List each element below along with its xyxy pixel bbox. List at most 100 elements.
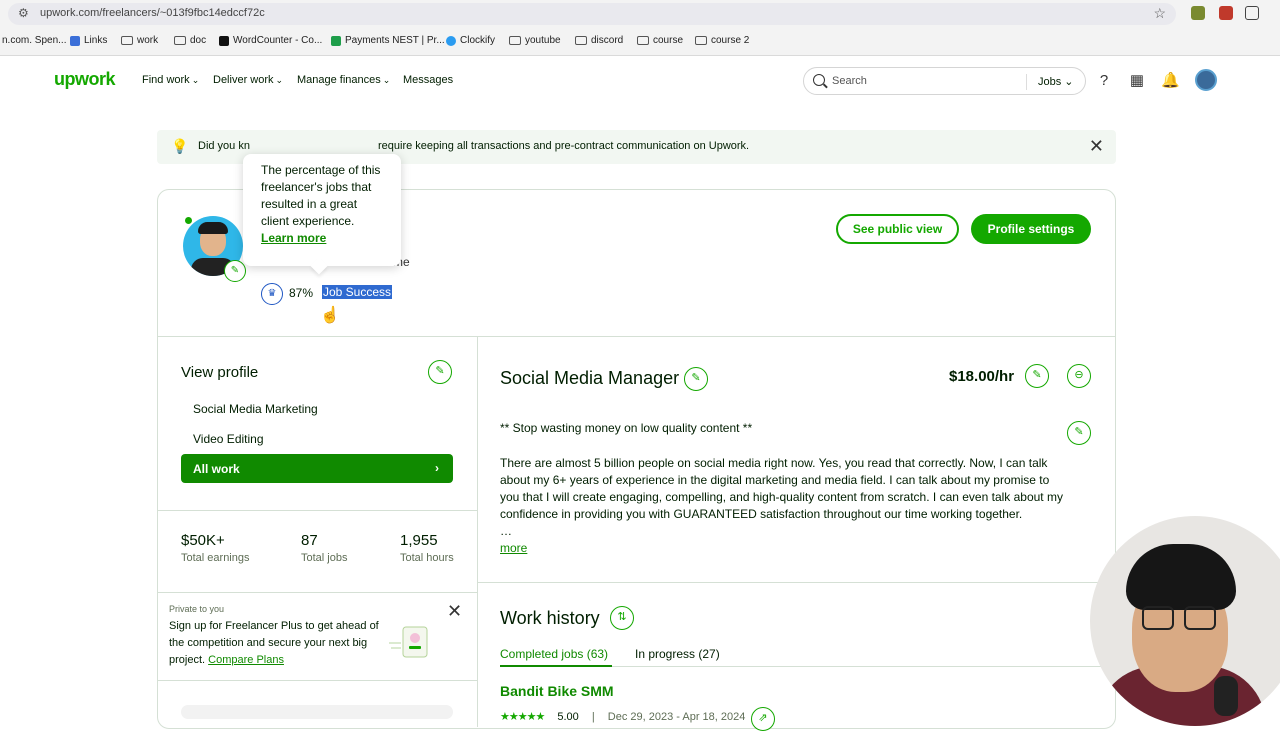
hand-cursor-icon: ☝ [320,307,340,324]
hourly-rate: $18.00/hr [949,368,1015,385]
divider [157,510,477,511]
job-success-label[interactable]: Job Success [322,285,393,299]
active-tab-underline [500,665,612,667]
close-icon[interactable]: ✕ [447,601,462,622]
top-nav: upwork Find work ⌄ Deliver work ⌄ Manage f… [0,57,1280,105]
help-icon[interactable]: ? [1095,72,1113,90]
avatar[interactable] [1195,69,1217,91]
clockify-icon [446,35,456,46]
extension-icon[interactable] [1219,6,1233,20]
chevron-down-icon: ⌄ [382,75,391,85]
compare-plans-link[interactable]: Compare Plans [208,654,284,666]
search-bar[interactable]: Search Jobs ⌄ [803,67,1086,95]
divider [157,336,1116,337]
link-icon[interactable]: ⊖ [1067,364,1091,388]
divider [477,337,478,727]
more-link[interactable]: more [500,541,527,555]
work-history-title: Work history [500,608,600,628]
close-icon[interactable]: ✕ [1089,136,1104,157]
bookmark[interactable]: discord [575,35,623,46]
job-success-badge-icon: ♛ [261,283,283,305]
extension-icon[interactable] [1191,6,1205,20]
chevron-down-icon: ⌄ [275,75,284,85]
view-profile-title: View profile [181,364,259,381]
bookmark[interactable]: WordCounter - Co... [219,35,322,46]
stat-total-jobs: 87 Total jobs [301,532,348,564]
sidebar-section-placeholder [181,705,453,719]
divider [157,680,477,681]
job-dates: Dec 29, 2023 - Apr 18, 2024 [607,711,746,723]
nav-deliver-work[interactable]: Deliver work ⌄ [213,74,283,86]
notifications-bell-icon[interactable]: 🔔 [1161,72,1180,90]
edit-pencil-icon[interactable]: ✎ [684,367,708,391]
webcam-overlay [1090,516,1280,726]
bookmark[interactable]: course 2 [695,35,749,46]
site-info-icon[interactable]: ⚙ [18,6,32,20]
notice-text: Did you kn require keeping all transactio… [198,140,750,152]
edit-pencil-icon[interactable]: ✎ [224,260,246,282]
bookmark[interactable]: Links [70,35,107,46]
specialty-item[interactable]: Social Media Marketing [193,402,318,416]
search-input[interactable]: Search [832,75,867,87]
folder-icon [121,36,133,45]
upwork-logo[interactable]: upwork [54,69,116,90]
bookmark-star-icon[interactable]: ☆ [1153,5,1166,22]
job-success-tooltip: The percentage of this freelancer's jobs… [243,154,401,266]
address-bar[interactable]: ⚙ upwork.com/freelancers/~013f9fbc14edcc… [8,3,1176,25]
chevron-right-icon: › [435,461,439,475]
bookmark[interactable]: Clockify [446,35,495,46]
apps-grid-icon[interactable]: ▦ [1128,72,1146,90]
folder-icon [174,36,186,45]
job-title-link[interactable]: Bandit Bike SMM [500,683,614,699]
rating-stars-icon: ★★★★★ [500,711,545,723]
bookmark[interactable]: youtube [509,35,561,46]
chevron-down-icon: ⌄ [191,75,200,85]
share-icon[interactable]: ⇗ [751,707,775,731]
overview-text: There are almost 5 billion people on soc… [500,456,1063,538]
divider [477,582,1116,583]
profile-title: Social Media Manager [500,368,680,388]
bookmark[interactable]: n.com. Spen... [2,35,66,46]
edit-pencil-icon[interactable]: ✎ [1067,421,1091,445]
search-scope-dropdown[interactable]: Jobs ⌄ [1038,75,1074,88]
profile-settings-button[interactable]: Profile settings [971,214,1091,244]
nav-manage-finances[interactable]: Manage finances ⌄ [297,74,390,86]
tab-in-progress[interactable]: In progress (27) [635,647,720,661]
all-work-label: All work [193,462,240,476]
url-text[interactable]: upwork.com/freelancers/~013f9fbc14edccf7… [40,7,265,19]
specialty-item[interactable]: Video Editing [193,432,264,446]
folder-icon [695,36,707,45]
bookmark[interactable]: course [637,35,683,46]
folder-icon [509,36,521,45]
edit-pencil-icon[interactable]: ✎ [428,360,452,384]
stat-total-hours: 1,955 Total hours [400,532,454,564]
folder-icon [575,36,587,45]
bookmark[interactable]: doc [174,35,206,46]
lightbulb-icon: 💡 [171,138,189,154]
all-work-button[interactable]: All work › [181,454,453,483]
divider [1026,74,1027,90]
docs-icon [70,35,80,46]
online-status-dot [184,216,193,225]
bookmark[interactable]: work [121,35,158,46]
nav-messages[interactable]: Messages [403,74,453,86]
learn-more-link[interactable]: Learn more [261,230,383,247]
job-meta: ★★★★★ 5.00 | Dec 29, 2023 - Apr 18, 2024 [500,711,746,723]
job-rating: 5.00 [557,711,579,723]
divider [157,592,477,593]
search-icon [813,74,825,86]
extensions-puzzle-icon[interactable] [1245,6,1259,20]
bookmark[interactable]: Payments NEST | Pr... [331,35,445,46]
browser-chrome: ⚙ upwork.com/freelancers/~013f9fbc14edcc… [0,0,1280,56]
sort-icon[interactable]: ⇅ [610,606,634,630]
tab-completed-jobs[interactable]: Completed jobs (63) [500,647,608,661]
edit-pencil-icon[interactable]: ✎ [1025,364,1049,388]
job-success-percent: 87% [289,286,314,300]
promo-text: Sign up for Freelancer Plus to get ahead… [169,620,379,666]
sheets-icon [331,35,341,46]
nav-find-work[interactable]: Find work ⌄ [142,74,199,86]
see-public-view-button[interactable]: See public view [836,214,959,244]
overview-headline: ** Stop wasting money on low quality con… [500,421,753,435]
folder-icon [637,36,649,45]
stat-total-earnings: $50K+ Total earnings [181,532,250,564]
